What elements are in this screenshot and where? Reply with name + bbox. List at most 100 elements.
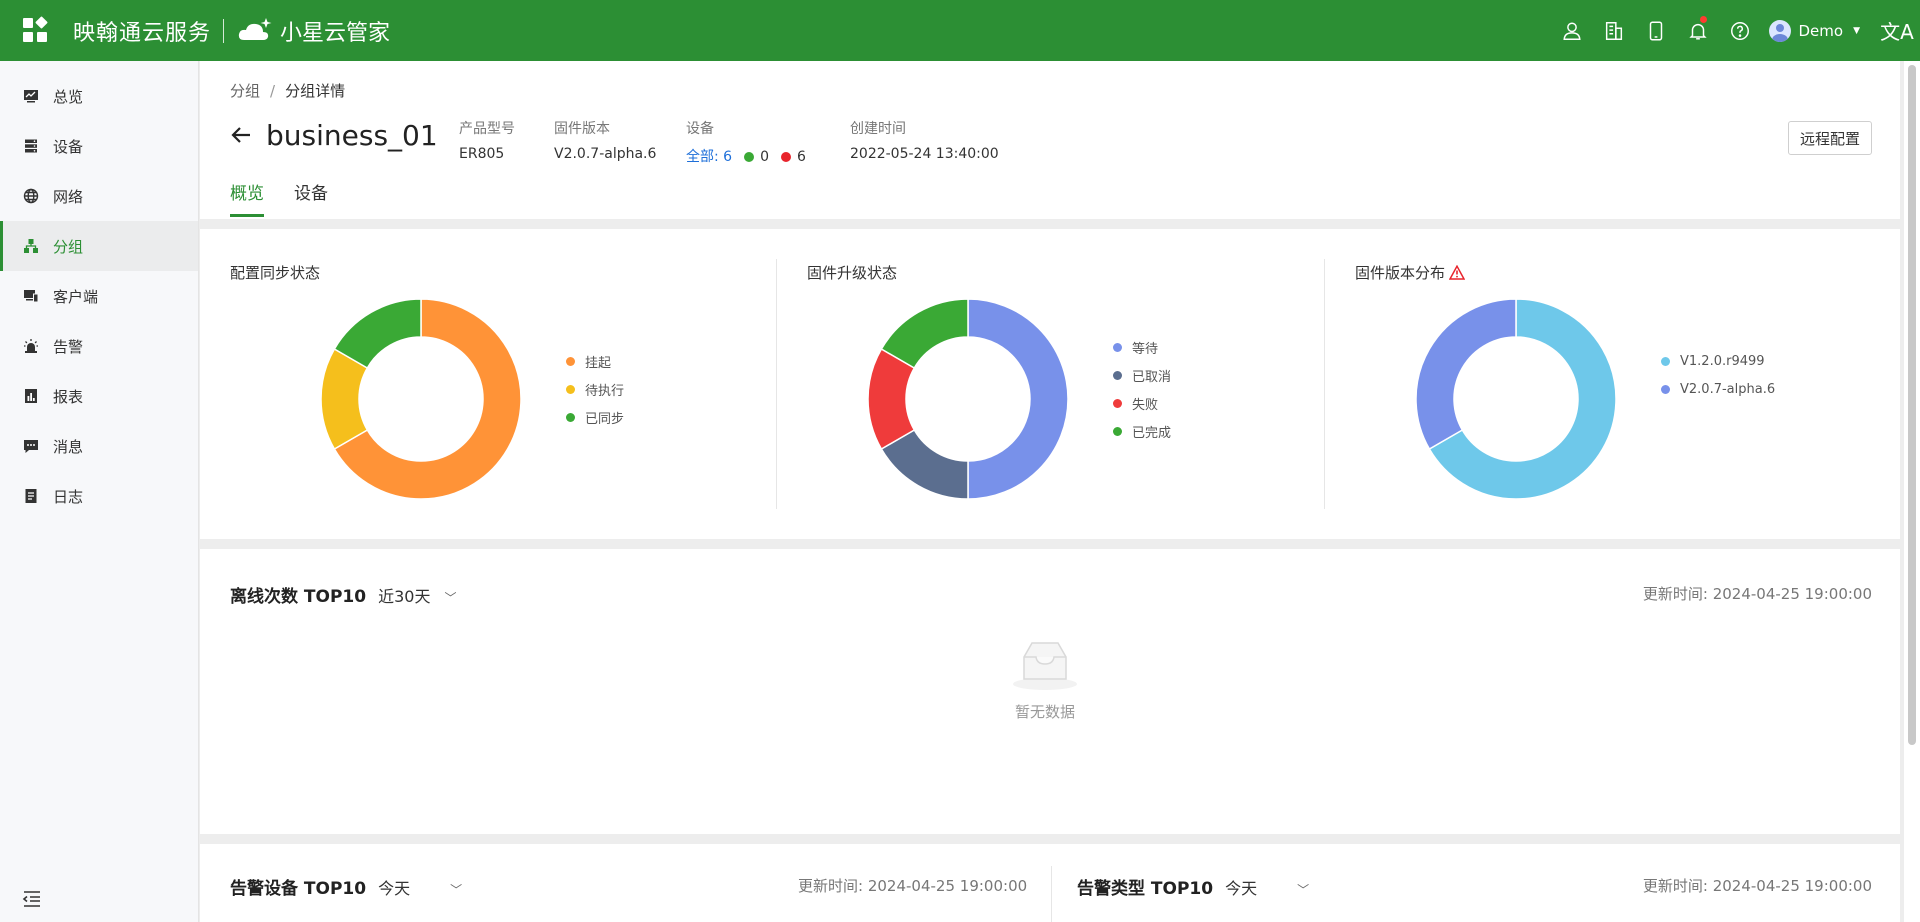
legend-color-dot xyxy=(566,412,575,422)
update-time: 更新时间: 2024-04-25 19:00:00 xyxy=(1643,875,1872,896)
sidebar-item-devices[interactable]: 设备 xyxy=(0,121,198,171)
legend-item[interactable]: V1.2.0.r9499 xyxy=(1661,347,1775,375)
online-status-dot xyxy=(744,152,755,162)
legend-item[interactable]: 待执行 xyxy=(566,375,624,403)
legend-item[interactable]: 挂起 xyxy=(566,347,624,375)
legend-item[interactable]: 已取消 xyxy=(1113,361,1171,389)
organization-building-icon[interactable] xyxy=(1593,0,1635,61)
sidebar-item-reports[interactable]: 报表 xyxy=(0,371,198,421)
product-model-value: ER805 xyxy=(459,146,505,162)
legend-label: V2.0.7-alpha.6 xyxy=(1680,381,1776,397)
legend-label: 失败 xyxy=(1132,397,1159,413)
language-switch-icon[interactable]: 文A xyxy=(1874,0,1920,61)
devices-offline-count[interactable]: 6 xyxy=(797,149,806,165)
legend-item[interactable]: 失败 xyxy=(1113,389,1171,417)
breadcrumb-separator: / xyxy=(270,82,276,100)
group-header: 分组 / 分组详情 business_01 产品型号 ER805 固件版本 V2.0… xyxy=(200,61,1900,219)
chart-legend: 挂起 待执行 已同步 xyxy=(566,347,624,431)
chevron-down-icon: ﹀ xyxy=(1297,883,1310,897)
donut-slice-2[interactable] xyxy=(1416,299,1517,451)
breadcrumb-parent-link[interactable]: 分组 xyxy=(230,82,260,100)
firmware-version-label: 固件版本 xyxy=(554,121,610,137)
range-select[interactable]: 今天 ﹀ xyxy=(1225,879,1309,898)
offline-top10-card: 离线次数 TOP10 近30天 ﹀ 更新时间: 2024-04-25 19:00:0… xyxy=(200,549,1900,834)
dashboard-icon xyxy=(23,88,39,104)
mobile-phone-icon[interactable] xyxy=(1635,0,1677,61)
message-icon xyxy=(23,438,39,454)
warning-triangle-icon[interactable] xyxy=(1449,265,1466,280)
tab-bar: 概览 设备 xyxy=(230,179,358,217)
update-time-label: 更新时间: xyxy=(1642,585,1708,603)
report-icon xyxy=(23,388,39,404)
devices-all-count: 6 xyxy=(723,149,733,165)
legend-label: V1.2.0.r9499 xyxy=(1680,353,1765,369)
brand-divider xyxy=(223,18,225,43)
range-select[interactable]: 今天 ﹀ xyxy=(378,879,462,898)
log-icon xyxy=(23,488,39,504)
firmware-distribution-donut-chart xyxy=(1416,299,1616,499)
sidebar-item-label: 日志 xyxy=(53,487,84,506)
empty-state: 暂无数据 xyxy=(1000,639,1090,722)
range-select[interactable]: 近30天 ﹀ xyxy=(378,587,456,606)
page-scrollbar[interactable] xyxy=(1904,61,1920,922)
firmware-distribution-chart-panel: 固件版本分布 V1.2.0.r9499 V2.0.7-alpha.6 xyxy=(1325,229,1900,539)
legend-color-dot xyxy=(566,384,575,394)
tab-devices[interactable]: 设备 xyxy=(294,179,328,217)
tab-overview[interactable]: 概览 xyxy=(230,179,264,217)
devices-all-label: 全部: xyxy=(686,149,719,165)
legend-item[interactable]: 已完成 xyxy=(1113,417,1171,445)
chart-title: 固件升级状态 xyxy=(807,264,898,282)
collapse-sidebar-icon[interactable] xyxy=(22,890,42,908)
update-time: 更新时间: 2024-04-25 19:00:00 xyxy=(1643,583,1872,604)
legend-item[interactable]: 已同步 xyxy=(566,403,624,431)
legend-color-dot xyxy=(1661,384,1670,394)
sidebar-item-overview[interactable]: 总览 xyxy=(0,71,198,121)
sidebar-item-label: 网络 xyxy=(53,187,84,206)
main-content: 分组 / 分组详情 business_01 产品型号 ER805 固件版本 V2.0… xyxy=(200,61,1900,922)
devices-online-count[interactable]: 0 xyxy=(760,149,769,165)
help-question-icon[interactable] xyxy=(1719,0,1761,61)
sidebar-item-logs[interactable]: 日志 xyxy=(0,471,198,521)
user-account-icon[interactable] xyxy=(1551,0,1593,61)
chart-legend: 等待 已取消失败已完成 xyxy=(1113,333,1171,445)
client-icon xyxy=(23,288,39,304)
notification-bell-icon[interactable] xyxy=(1677,0,1719,61)
update-time-label: 更新时间: xyxy=(1642,877,1708,895)
network-globe-icon xyxy=(23,188,39,204)
empty-state-text: 暂无数据 xyxy=(1014,703,1075,721)
user-name: Demo xyxy=(1798,21,1844,40)
sidebar-item-label: 设备 xyxy=(53,137,84,156)
product-model-label: 产品型号 xyxy=(459,121,515,137)
sidebar-item-clients[interactable]: 客户端 xyxy=(0,271,198,321)
chart-legend: V1.2.0.r9499 V2.0.7-alpha.6 xyxy=(1661,347,1775,403)
page-title: business_01 xyxy=(266,119,438,152)
range-select-value: 今天 xyxy=(378,879,411,898)
donut-slice-1[interactable] xyxy=(967,299,1068,499)
chart-title: 固件版本分布 xyxy=(1355,262,1466,283)
sidebar-item-alarms[interactable]: 告警 xyxy=(0,321,198,371)
remote-config-button[interactable]: 远程配置 xyxy=(1788,121,1872,155)
sidebar-item-network[interactable]: 网络 xyxy=(0,171,198,221)
update-time: 更新时间: 2024-04-25 19:00:00 xyxy=(798,875,1027,896)
breadcrumb: 分组 / 分组详情 xyxy=(230,80,345,101)
devices-label: 设备 xyxy=(686,121,714,137)
update-time-value: 2024-04-25 19:00:00 xyxy=(1712,585,1872,603)
empty-inbox-icon xyxy=(1013,642,1077,690)
devices-all-link[interactable]: 全部: 6 xyxy=(686,149,732,165)
group-icon xyxy=(23,238,39,254)
scrollbar-thumb[interactable] xyxy=(1908,65,1916,745)
legend-item[interactable]: V2.0.7-alpha.6 xyxy=(1661,375,1775,403)
apps-grid-icon[interactable] xyxy=(23,15,51,45)
update-time-label: 更新时间: xyxy=(798,877,864,895)
product-name: 小星云管家 xyxy=(280,20,391,46)
section-title: 告警类型 TOP10 今天 ﹀ xyxy=(1077,874,1309,899)
back-arrow-icon[interactable] xyxy=(230,124,252,146)
legend-item[interactable]: 等待 xyxy=(1113,333,1171,361)
status-charts-card: 配置同步状态 挂起 待执行 已同步 固件升级状态 等待 已取消 失败 已完成 固件版本分布… xyxy=(200,229,1900,539)
user-menu[interactable]: Demo ▼ xyxy=(1761,19,1875,42)
brand-name: 映翰通云服务 xyxy=(73,20,212,46)
created-time-field: 创建时间 2022-05-24 13:40:00 xyxy=(850,118,999,162)
sidebar-item-group[interactable]: 分组 xyxy=(0,221,198,271)
sidebar-item-label: 总览 xyxy=(53,87,84,106)
sidebar-item-messages[interactable]: 消息 xyxy=(0,421,198,471)
